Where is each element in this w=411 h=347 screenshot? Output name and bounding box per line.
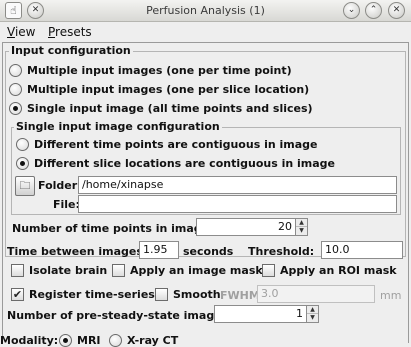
radio-label: Different slice locations are contiguous… bbox=[34, 157, 336, 170]
radio-label: Multiple input images (one per time poin… bbox=[27, 64, 292, 77]
time-between-field[interactable]: 1.95 bbox=[139, 241, 179, 259]
radio-label: Single input image (all time points and … bbox=[27, 102, 313, 115]
title-bar[interactable]: ☝ ✕ Perfusion Analysis (1) ⌄ ⌃ ✕ bbox=[0, 0, 411, 22]
radio-button[interactable] bbox=[16, 138, 29, 151]
radio-single-input[interactable]: Single input image (all time points and … bbox=[9, 102, 313, 115]
threshold-label: Threshold: bbox=[248, 245, 315, 258]
checkbox[interactable]: ✔ bbox=[11, 288, 24, 301]
seconds-unit: seconds bbox=[183, 245, 234, 258]
file-label: File: bbox=[53, 198, 80, 211]
pre-steady-field[interactable]: 1 bbox=[214, 305, 307, 323]
checkbox-label: Register time-series bbox=[29, 288, 155, 301]
radio-button[interactable] bbox=[9, 83, 22, 96]
checkbox[interactable] bbox=[155, 288, 168, 301]
radio-multiple-slice[interactable]: Multiple input images (one per slice loc… bbox=[9, 83, 309, 96]
folder-icon: 🗀 bbox=[19, 179, 31, 192]
radio-label: Different time points are contiguous in … bbox=[34, 138, 318, 151]
close-icon[interactable]: ✕ bbox=[388, 2, 405, 19]
timepoints-field[interactable]: 20 bbox=[196, 218, 296, 236]
chevron-up-icon[interactable]: ⌃ bbox=[365, 2, 382, 19]
modality-label: Modality: bbox=[0, 334, 59, 347]
radio-label: Multiple input images (one per slice loc… bbox=[27, 83, 310, 96]
single-config-title: Single input image configuration bbox=[14, 120, 222, 133]
radio-xray-ct[interactable]: X-ray CT bbox=[109, 334, 178, 347]
spinner-down-icon[interactable]: ▼ bbox=[296, 227, 307, 235]
smooth-checkbox[interactable]: Smooth bbox=[155, 288, 221, 301]
input-config-title: Input configuration bbox=[9, 44, 133, 57]
isolate-brain-checkbox[interactable]: Isolate brain bbox=[11, 264, 107, 277]
radio-button[interactable] bbox=[109, 334, 122, 347]
checkbox-label: Isolate brain bbox=[29, 264, 108, 277]
radio-slice-contiguous[interactable]: Different slice locations are contiguous… bbox=[16, 157, 335, 170]
checkbox-label: Apply an ROI mask bbox=[280, 264, 397, 277]
menu-bar: View Presets bbox=[0, 22, 411, 42]
radio-time-contiguous[interactable]: Different time points are contiguous in … bbox=[16, 138, 318, 151]
menu-presets[interactable]: Presets bbox=[48, 25, 92, 39]
radio-button[interactable] bbox=[16, 157, 29, 170]
spinner-down-icon[interactable]: ▼ bbox=[307, 314, 318, 322]
chevron-down-icon[interactable]: ⌄ bbox=[343, 2, 360, 19]
radio-mri[interactable]: MRI bbox=[59, 334, 101, 347]
radio-label: X-ray CT bbox=[127, 334, 179, 347]
radio-button[interactable] bbox=[59, 334, 72, 347]
threshold-field[interactable]: 10.0 bbox=[321, 241, 403, 259]
fwhm-field: 3.0 bbox=[257, 285, 375, 303]
checkbox[interactable] bbox=[112, 264, 125, 277]
image-mask-checkbox[interactable]: Apply an image mask bbox=[112, 264, 263, 277]
file-field[interactable] bbox=[78, 195, 397, 213]
time-between-label: Time between images: bbox=[7, 245, 148, 258]
folder-field[interactable]: /home/xinapse bbox=[78, 176, 397, 194]
radio-button[interactable] bbox=[9, 64, 22, 77]
fwhm-label: FWHM bbox=[220, 289, 260, 302]
pre-steady-label: Number of pre-steady-state images: bbox=[7, 309, 233, 322]
checkbox[interactable] bbox=[11, 264, 24, 277]
timepoints-spinner[interactable]: ▲ ▼ bbox=[295, 218, 308, 236]
folder-label: Folder: bbox=[38, 179, 82, 192]
checkbox[interactable] bbox=[262, 264, 275, 277]
roi-mask-checkbox[interactable]: Apply an ROI mask bbox=[262, 264, 397, 277]
checkbox-label: Smooth bbox=[173, 288, 221, 301]
spinner-up-icon[interactable]: ▲ bbox=[296, 219, 307, 227]
spinner-up-icon[interactable]: ▲ bbox=[307, 306, 318, 314]
register-checkbox[interactable]: ✔ Register time-series bbox=[11, 288, 155, 301]
main-panel: Input configuration Multiple input image… bbox=[0, 42, 409, 347]
radio-button[interactable] bbox=[9, 102, 22, 115]
radio-multiple-time[interactable]: Multiple input images (one per time poin… bbox=[9, 64, 292, 77]
pre-steady-spinner[interactable]: ▲ ▼ bbox=[306, 305, 319, 323]
timepoints-label: Number of time points in image: bbox=[12, 222, 214, 235]
mm-unit: mm bbox=[380, 289, 402, 302]
menu-view[interactable]: View bbox=[7, 25, 35, 39]
checkbox-label: Apply an image mask bbox=[130, 264, 263, 277]
browse-folder-button[interactable]: 🗀 bbox=[15, 176, 35, 196]
radio-label: MRI bbox=[77, 334, 101, 347]
